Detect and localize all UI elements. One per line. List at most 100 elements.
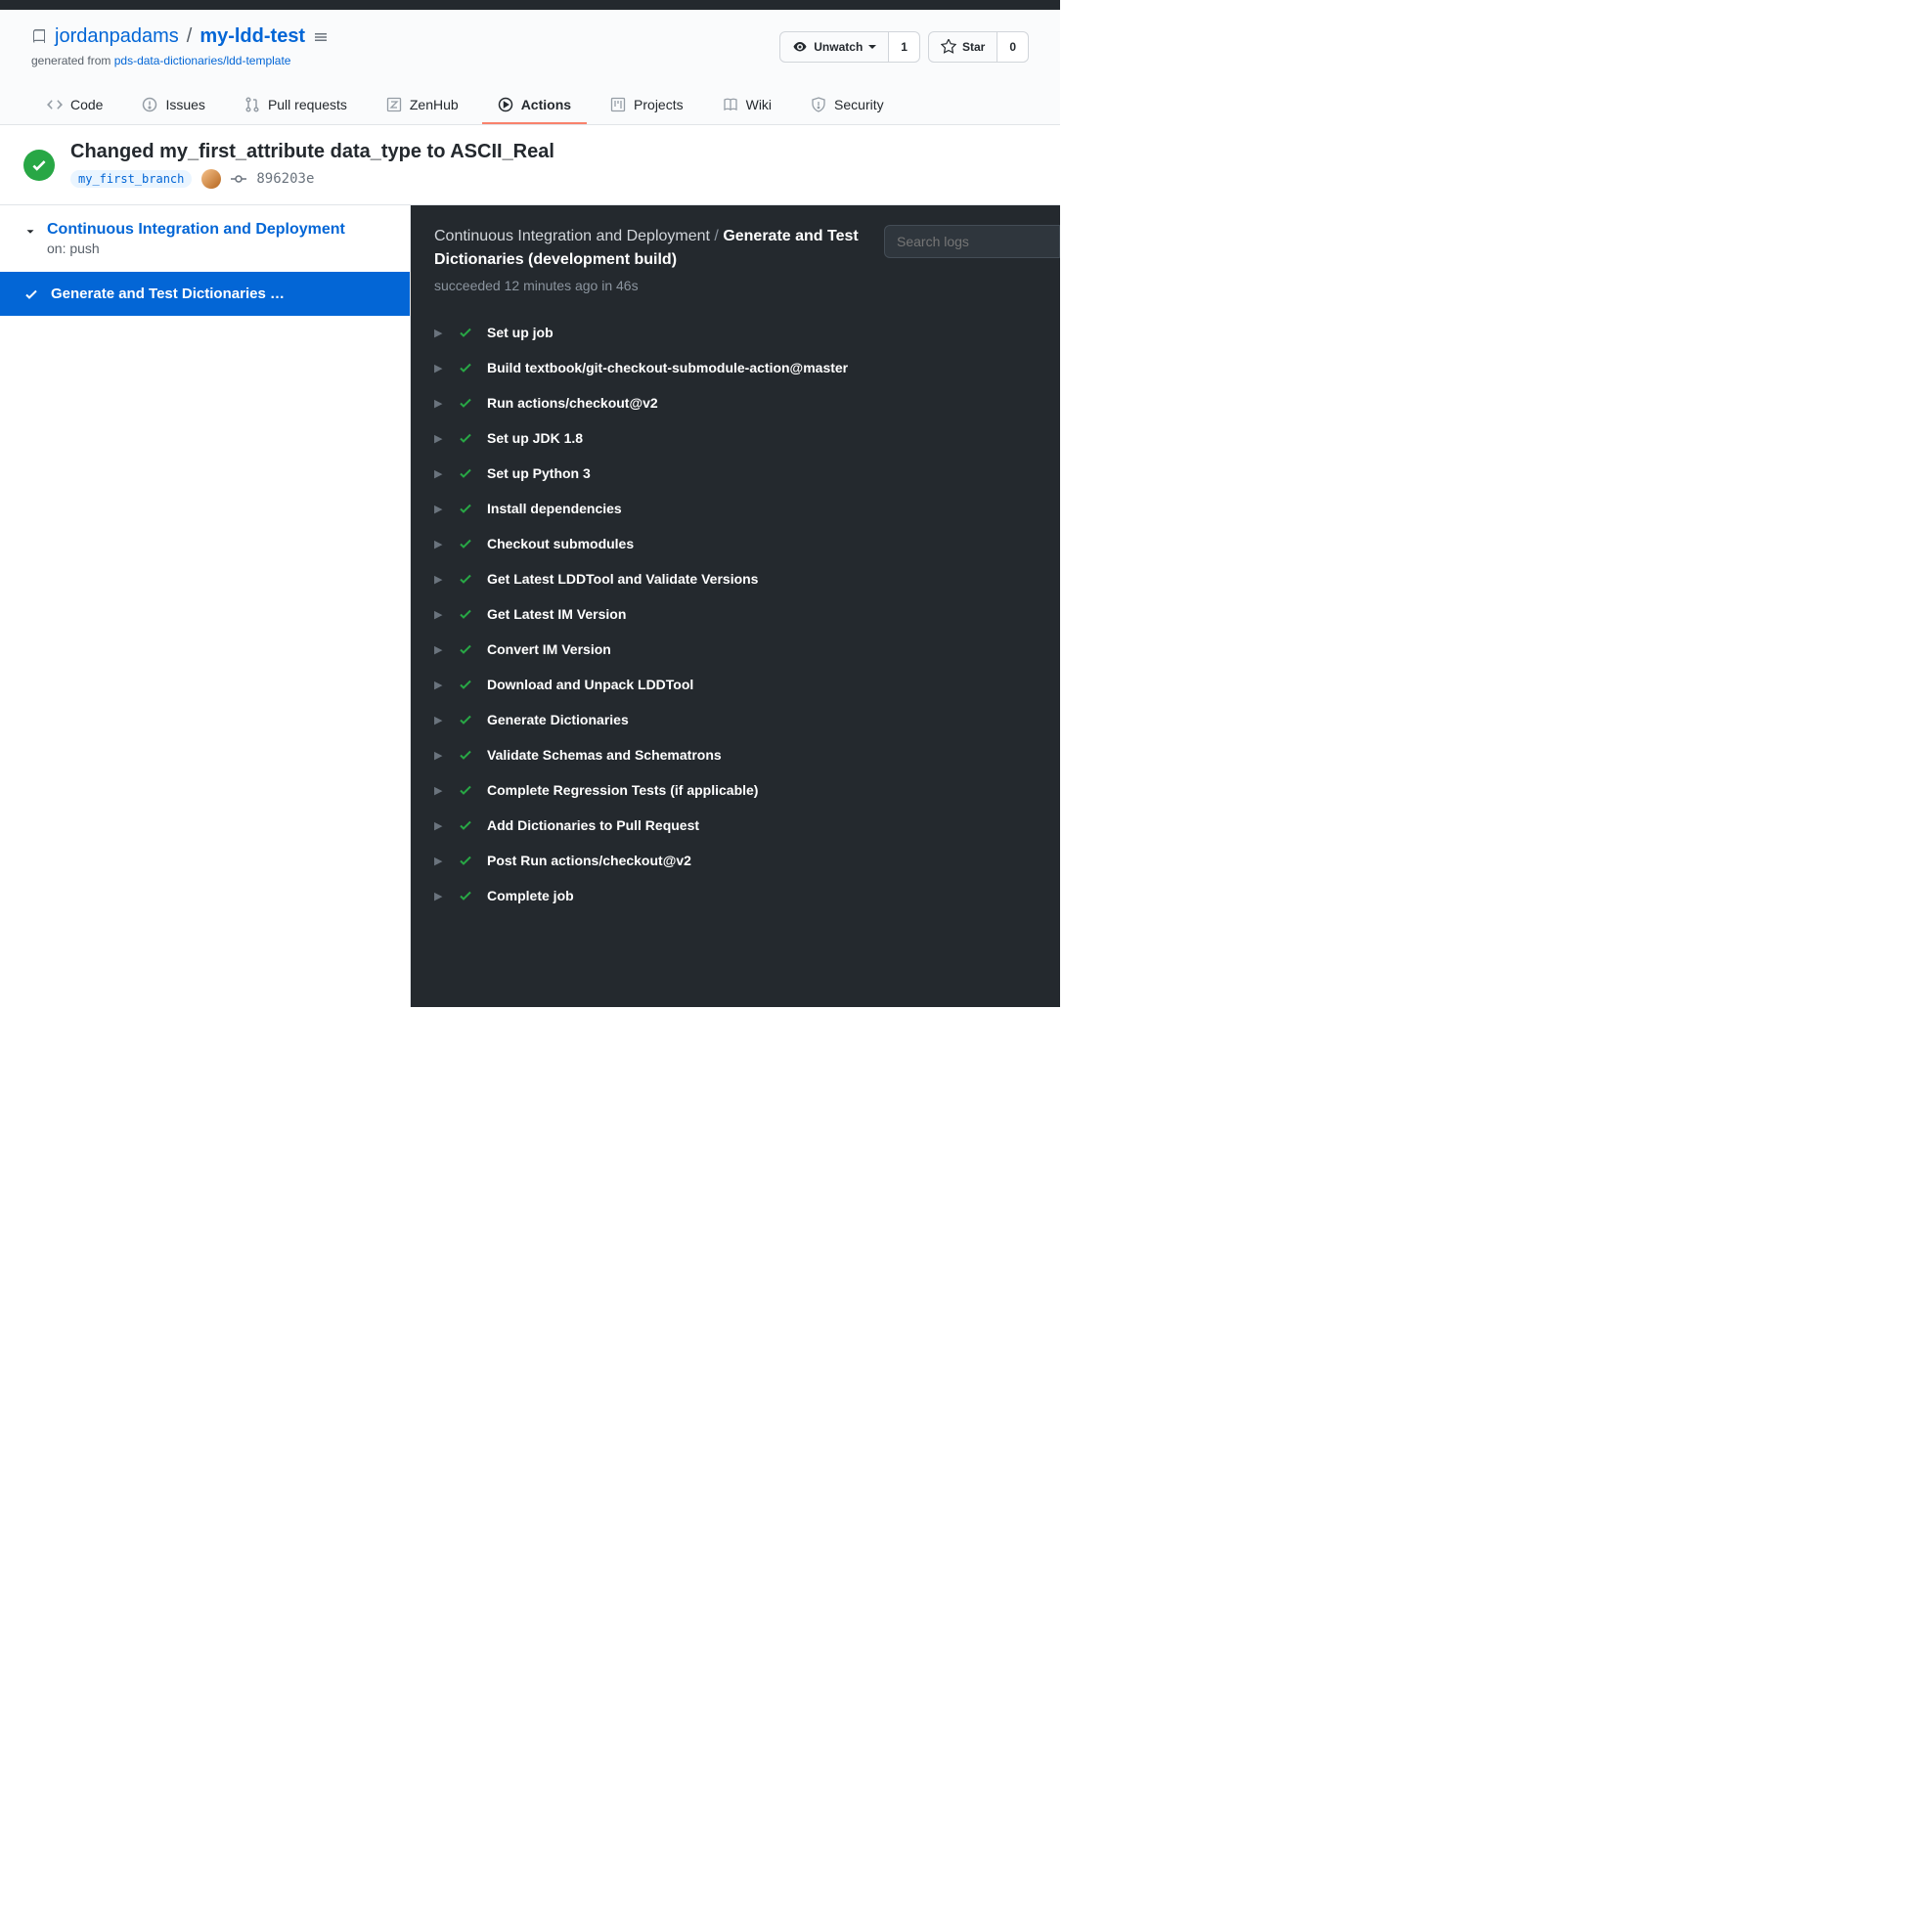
check-icon [458, 395, 473, 411]
tab-code[interactable]: Code [31, 87, 118, 124]
tab-pull-requests[interactable]: Pull requests [229, 87, 363, 124]
project-icon [610, 97, 626, 112]
check-icon [458, 325, 473, 340]
step-name: Get Latest IM Version [487, 606, 626, 622]
template-link[interactable]: pds-data-dictionaries/ldd-template [114, 54, 291, 67]
repo-menu-icon[interactable] [313, 29, 329, 45]
tab-actions[interactable]: Actions [482, 87, 587, 124]
tab-wiki[interactable]: Wiki [707, 87, 787, 124]
triangle-right-icon: ▶ [434, 679, 444, 691]
step-name: Install dependencies [487, 501, 622, 516]
step-row[interactable]: ▶Get Latest IM Version [434, 596, 1060, 632]
step-row[interactable]: ▶Set up Python 3 [434, 456, 1060, 491]
tab-wiki-label: Wiki [746, 97, 772, 112]
tab-zenhub[interactable]: ZenHub [371, 87, 474, 124]
log-breadcrumb: Continuous Integration and Deployment / … [434, 225, 868, 272]
check-icon [458, 853, 473, 868]
stargazers-count[interactable]: 0 [997, 31, 1029, 63]
step-name: Complete job [487, 888, 574, 903]
step-row[interactable]: ▶ Install dependencies [434, 491, 1060, 526]
step-row[interactable]: ▶Complete Regression Tests (if applicabl… [434, 772, 1060, 808]
repo-name-link[interactable]: my-ldd-test [199, 25, 305, 48]
issue-icon [142, 97, 157, 112]
step-row[interactable]: ▶Post Run actions/checkout@v2 [434, 843, 1060, 878]
step-name: Build textbook/git-checkout-submodule-ac… [487, 360, 848, 375]
path-separator: / [187, 25, 193, 48]
step-row[interactable]: ▶Set up JDK 1.8 [434, 420, 1060, 456]
step-name: Get Latest LDDTool and Validate Versions [487, 571, 758, 587]
repo-title: jordanpadams / my-ldd-test [31, 25, 329, 48]
check-icon [458, 677, 473, 692]
status-success-icon [23, 150, 55, 181]
step-name: Run actions/checkout@v2 [487, 395, 658, 411]
check-icon [458, 571, 473, 587]
triangle-right-icon: ▶ [434, 503, 444, 515]
repo-owner-link[interactable]: jordanpadams [55, 25, 179, 48]
triangle-right-icon: ▶ [434, 397, 444, 410]
check-icon [458, 465, 473, 481]
steps-list: ▶Set up job▶Build textbook/git-checkout-… [434, 315, 1060, 913]
workflow-group-header[interactable]: Continuous Integration and Deployment on… [0, 205, 410, 272]
triangle-right-icon: ▶ [434, 362, 444, 374]
generated-from: generated from pds-data-dictionaries/ldd… [31, 54, 329, 67]
step-row[interactable]: ▶ Build textbook/git-checkout-submodule-a… [434, 350, 1060, 385]
step-row[interactable]: ▶Convert IM Version [434, 632, 1060, 667]
step-row[interactable]: ▶Set up job [434, 315, 1060, 350]
job-name: Generate and Test Dictionaries … [51, 285, 285, 302]
tab-projects[interactable]: Projects [595, 87, 699, 124]
check-icon [458, 430, 473, 446]
step-row[interactable]: ▶Complete job [434, 878, 1060, 913]
check-icon [458, 641, 473, 657]
check-icon [458, 712, 473, 727]
step-row[interactable]: ▶Download and Unpack LDDTool [434, 667, 1060, 702]
step-name: Validate Schemas and Schematrons [487, 747, 722, 763]
step-name: Checkout submodules [487, 536, 634, 551]
step-row[interactable]: ▶ Validate Schemas and Schematrons [434, 737, 1060, 772]
log-status-line: succeeded 12 minutes ago in 46s [434, 278, 868, 293]
triangle-right-icon: ▶ [434, 327, 444, 339]
watch-button-group: Unwatch 1 [779, 31, 920, 63]
step-row[interactable]: ▶Generate Dictionaries [434, 702, 1060, 737]
job-item-selected[interactable]: Generate and Test Dictionaries … [0, 272, 410, 316]
repo-actions: Unwatch 1 Star 0 [779, 31, 1029, 63]
triangle-right-icon: ▶ [434, 819, 444, 832]
step-row[interactable]: ▶ Run actions/checkout@v2 [434, 385, 1060, 420]
step-row[interactable]: ▶ Add Dictionaries to Pull Request [434, 808, 1060, 843]
jobs-sidebar: Continuous Integration and Deployment on… [0, 205, 411, 1007]
step-name: Generate Dictionaries [487, 712, 629, 727]
check-icon [458, 782, 473, 798]
branch-badge[interactable]: my_first_branch [70, 170, 192, 188]
tab-security[interactable]: Security [795, 87, 900, 124]
step-row[interactable]: ▶ Checkout submodules [434, 526, 1060, 561]
check-icon [23, 286, 39, 302]
step-name: Add Dictionaries to Pull Request [487, 817, 699, 833]
triangle-right-icon: ▶ [434, 784, 444, 797]
triangle-right-icon: ▶ [434, 749, 444, 762]
check-icon [458, 606, 473, 622]
author-avatar[interactable] [201, 169, 221, 189]
tab-code-label: Code [70, 97, 103, 112]
star-button-group: Star 0 [928, 31, 1029, 63]
log-pane: Continuous Integration and Deployment / … [411, 205, 1060, 1007]
triangle-right-icon: ▶ [434, 538, 444, 550]
unwatch-button[interactable]: Unwatch [779, 31, 889, 63]
star-label: Star [962, 37, 985, 57]
triangle-right-icon: ▶ [434, 643, 444, 656]
commit-icon [231, 171, 246, 187]
triangle-right-icon: ▶ [434, 573, 444, 586]
tab-projects-label: Projects [634, 97, 684, 112]
triangle-right-icon: ▶ [434, 467, 444, 480]
search-logs-input[interactable] [884, 225, 1060, 258]
watchers-count[interactable]: 1 [889, 31, 920, 63]
repo-tabs: Code Issues Pull requests ZenHub Actions… [31, 87, 1029, 124]
tab-issues-label: Issues [165, 97, 204, 112]
workflow-run-header: Changed my_first_attribute data_type to … [0, 125, 1060, 205]
unwatch-label: Unwatch [814, 37, 863, 57]
book-icon [723, 97, 738, 112]
run-body: Continuous Integration and Deployment on… [0, 205, 1060, 1007]
commit-sha[interactable]: 896203e [256, 171, 314, 187]
tab-issues[interactable]: Issues [126, 87, 220, 124]
step-row[interactable]: ▶ Get Latest LDDTool and Validate Version… [434, 561, 1060, 596]
check-icon [458, 360, 473, 375]
star-button[interactable]: Star [928, 31, 997, 63]
